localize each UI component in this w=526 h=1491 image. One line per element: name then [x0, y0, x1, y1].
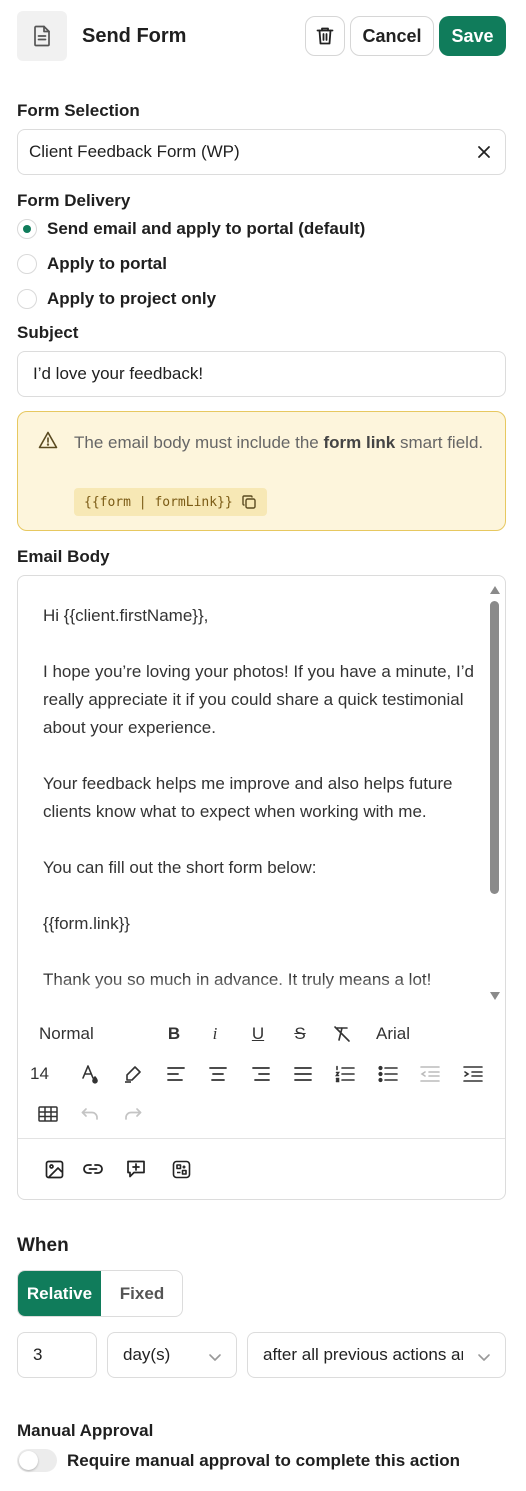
form-selection-label: Form Selection: [17, 101, 140, 120]
content-fade: [18, 976, 488, 1006]
trash-icon: [316, 27, 334, 45]
bold-button[interactable]: B: [162, 1022, 186, 1046]
save-button[interactable]: Save: [439, 16, 506, 56]
highlight-icon[interactable]: [121, 1062, 145, 1086]
relative-tab[interactable]: Relative: [18, 1271, 101, 1316]
clear-selection-icon[interactable]: [473, 141, 495, 163]
delay-unit-select[interactable]: day(s): [107, 1332, 237, 1378]
align-center-icon[interactable]: [206, 1062, 230, 1086]
delay-unit-value: day(s): [123, 1345, 171, 1364]
manual-approval-label: Manual Approval: [17, 1421, 154, 1440]
bullet-list-icon[interactable]: [376, 1062, 400, 1086]
cancel-button[interactable]: Cancel: [350, 16, 434, 56]
align-right-icon[interactable]: [249, 1062, 273, 1086]
align-left-icon[interactable]: [164, 1062, 188, 1086]
ordered-list-icon[interactable]: [333, 1062, 357, 1086]
insert-image-icon[interactable]: [42, 1157, 66, 1181]
toggle-knob: [19, 1451, 38, 1470]
email-paragraph: {{form.link}}: [43, 914, 130, 933]
insert-link-icon[interactable]: [81, 1157, 105, 1181]
insert-template-icon[interactable]: [169, 1157, 193, 1181]
fixed-tab[interactable]: Fixed: [101, 1271, 183, 1316]
when-label: When: [17, 1235, 69, 1256]
header: Send Form Cancel Save: [17, 11, 507, 61]
radio-unchecked[interactable]: [17, 289, 37, 309]
delay-amount-input[interactable]: 3: [17, 1332, 97, 1378]
chevron-down-icon: [477, 1347, 491, 1367]
page-title: Send Form: [82, 25, 187, 47]
outdent-icon[interactable]: [418, 1062, 442, 1086]
delivery-option-email-portal[interactable]: Send email and apply to portal (default): [17, 217, 365, 241]
scroll-down-arrow-icon[interactable]: [489, 988, 501, 1006]
text-color-icon[interactable]: [78, 1062, 102, 1086]
insert-smart-field-icon[interactable]: [124, 1157, 148, 1181]
redo-icon[interactable]: [121, 1102, 145, 1126]
form-selection-value: Client Feedback Form (WP): [29, 142, 240, 161]
email-paragraph: Your feedback helps me improve and also …: [43, 774, 453, 821]
chevron-down-icon: [208, 1347, 222, 1367]
delay-amount-value: 3: [33, 1345, 43, 1364]
paragraph-style-select[interactable]: Normal: [39, 1022, 129, 1046]
email-body-editor[interactable]: Hi {{client.firstName}}, I hope you’re l…: [17, 575, 506, 1200]
copy-icon[interactable]: [241, 494, 257, 510]
email-body-content[interactable]: Hi {{client.firstName}}, I hope you’re l…: [43, 602, 483, 1002]
delay-anchor-select[interactable]: after all previous actions are complete: [247, 1332, 506, 1378]
subject-value: I’d love your feedback!: [33, 364, 204, 383]
form-delivery-label: Form Delivery: [17, 191, 131, 210]
indent-icon[interactable]: [461, 1062, 485, 1086]
strikethrough-button[interactable]: S: [288, 1022, 312, 1046]
delivery-option-portal[interactable]: Apply to portal: [17, 252, 167, 276]
subject-label: Subject: [17, 323, 79, 342]
undo-icon[interactable]: [78, 1102, 102, 1126]
smart-field-chip: {{form | formLink}}: [74, 488, 267, 516]
email-paragraph: Hi {{client.firstName}},: [43, 606, 209, 625]
italic-button[interactable]: i: [203, 1022, 227, 1046]
warning-banner: The email body must include the form lin…: [17, 411, 506, 531]
form-selection-select[interactable]: Client Feedback Form (WP): [17, 129, 506, 175]
manual-approval-toggle[interactable]: [17, 1449, 57, 1472]
delete-button[interactable]: [305, 16, 345, 56]
scrollbar-thumb[interactable]: [490, 601, 499, 894]
font-size-select[interactable]: 14: [30, 1062, 60, 1086]
delivery-option-label: Apply to portal: [47, 254, 167, 273]
timing-mode-toggle: Relative Fixed: [17, 1270, 183, 1317]
email-body-label: Email Body: [17, 547, 110, 566]
manual-approval-toggle-label[interactable]: Require manual approval to complete this…: [67, 1451, 460, 1471]
radio-checked[interactable]: [17, 219, 37, 239]
form-icon: [17, 11, 67, 61]
toolbar-divider: [18, 1138, 505, 1139]
scroll-up-arrow-icon[interactable]: [489, 582, 501, 600]
radio-unchecked[interactable]: [17, 254, 37, 274]
warning-text: The email body must include the form lin…: [74, 433, 484, 452]
warning-icon: [38, 431, 58, 454]
email-paragraph: I hope you’re loving your photos! If you…: [43, 662, 474, 737]
email-paragraph: You can fill out the short form below:: [43, 858, 317, 877]
align-justify-icon[interactable]: [291, 1062, 315, 1086]
subject-input[interactable]: I’d love your feedback!: [17, 351, 506, 397]
smart-field-code: {{form | formLink}}: [84, 494, 233, 510]
delivery-option-project[interactable]: Apply to project only: [17, 287, 216, 311]
clear-format-icon[interactable]: [330, 1022, 354, 1046]
delay-anchor-value: after all previous actions are complete: [263, 1345, 463, 1364]
font-family-select[interactable]: Arial: [376, 1022, 436, 1046]
underline-button[interactable]: U: [246, 1022, 270, 1046]
table-icon[interactable]: [36, 1102, 60, 1126]
delivery-option-label: Apply to project only: [47, 289, 217, 308]
delivery-option-label: Send email and apply to portal (default): [47, 219, 366, 238]
